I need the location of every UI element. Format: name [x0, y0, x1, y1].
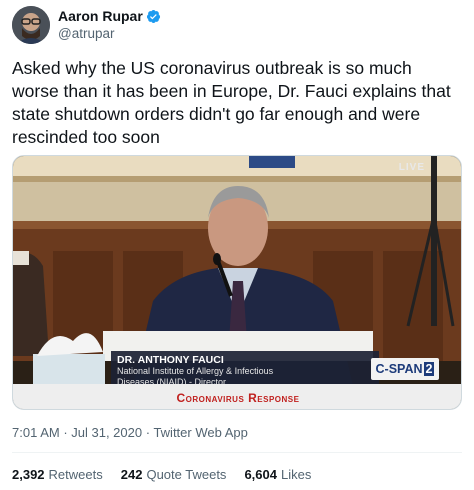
cspan-logo-text: C-SPAN [375, 362, 423, 376]
likes-stat[interactable]: 6,604 Likes [244, 467, 311, 482]
retweets-count: 2,392 [12, 467, 45, 482]
author-handle[interactable]: @atrupar [58, 26, 161, 41]
topic-banner: Coronavirus Response [13, 384, 461, 409]
tweet-video[interactable]: LIVE DR. ANTHONY FAUCI National Institut… [12, 155, 462, 410]
likes-count: 6,604 [244, 467, 277, 482]
retweets-label: Retweets [48, 467, 103, 482]
lower-third-name: DR. ANTHONY FAUCI [117, 354, 224, 366]
author-display-name[interactable]: Aaron Rupar [58, 8, 143, 24]
divider [12, 452, 462, 453]
tweet-time[interactable]: 7:01 AM [12, 425, 60, 440]
retweets-stat[interactable]: 2,392 Retweets [12, 467, 103, 482]
cspan-logo: C-SPAN 2 [371, 358, 439, 380]
quote-tweets-count: 242 [120, 467, 143, 482]
meta-separator: · [142, 425, 154, 440]
lower-third-title-line1: National Institute of Allergy & Infectio… [117, 366, 274, 376]
tweet-header: Aaron Rupar @atrupar [12, 6, 462, 46]
avatar[interactable] [12, 6, 50, 44]
tweet-date[interactable]: Jul 31, 2020 [71, 425, 142, 440]
topic-banner-text: Coronavirus Response [176, 390, 300, 405]
live-badge: LIVE [398, 162, 425, 173]
meta-separator: · [59, 425, 72, 440]
tweet-source[interactable]: Twitter Web App [153, 425, 247, 440]
avatar-photo [12, 6, 50, 44]
quote-tweets-label: Quote Tweets [146, 467, 227, 482]
likes-label: Likes [280, 467, 312, 482]
verified-badge-icon [146, 9, 160, 23]
tweet-text: Asked why the US coronavirus outbreak is… [12, 58, 451, 147]
cspan-logo-number: 2 [423, 362, 435, 376]
tweet-meta: 7:01 AM · Jul 31, 2020 · Twitter Web App [12, 425, 248, 440]
author-info: Aaron Rupar @atrupar [58, 8, 161, 41]
tweet-stats: 2,392 Retweets 242 Quote Tweets 6,604 Li… [12, 467, 311, 482]
quote-tweets-stat[interactable]: 242 Quote Tweets [121, 467, 227, 482]
